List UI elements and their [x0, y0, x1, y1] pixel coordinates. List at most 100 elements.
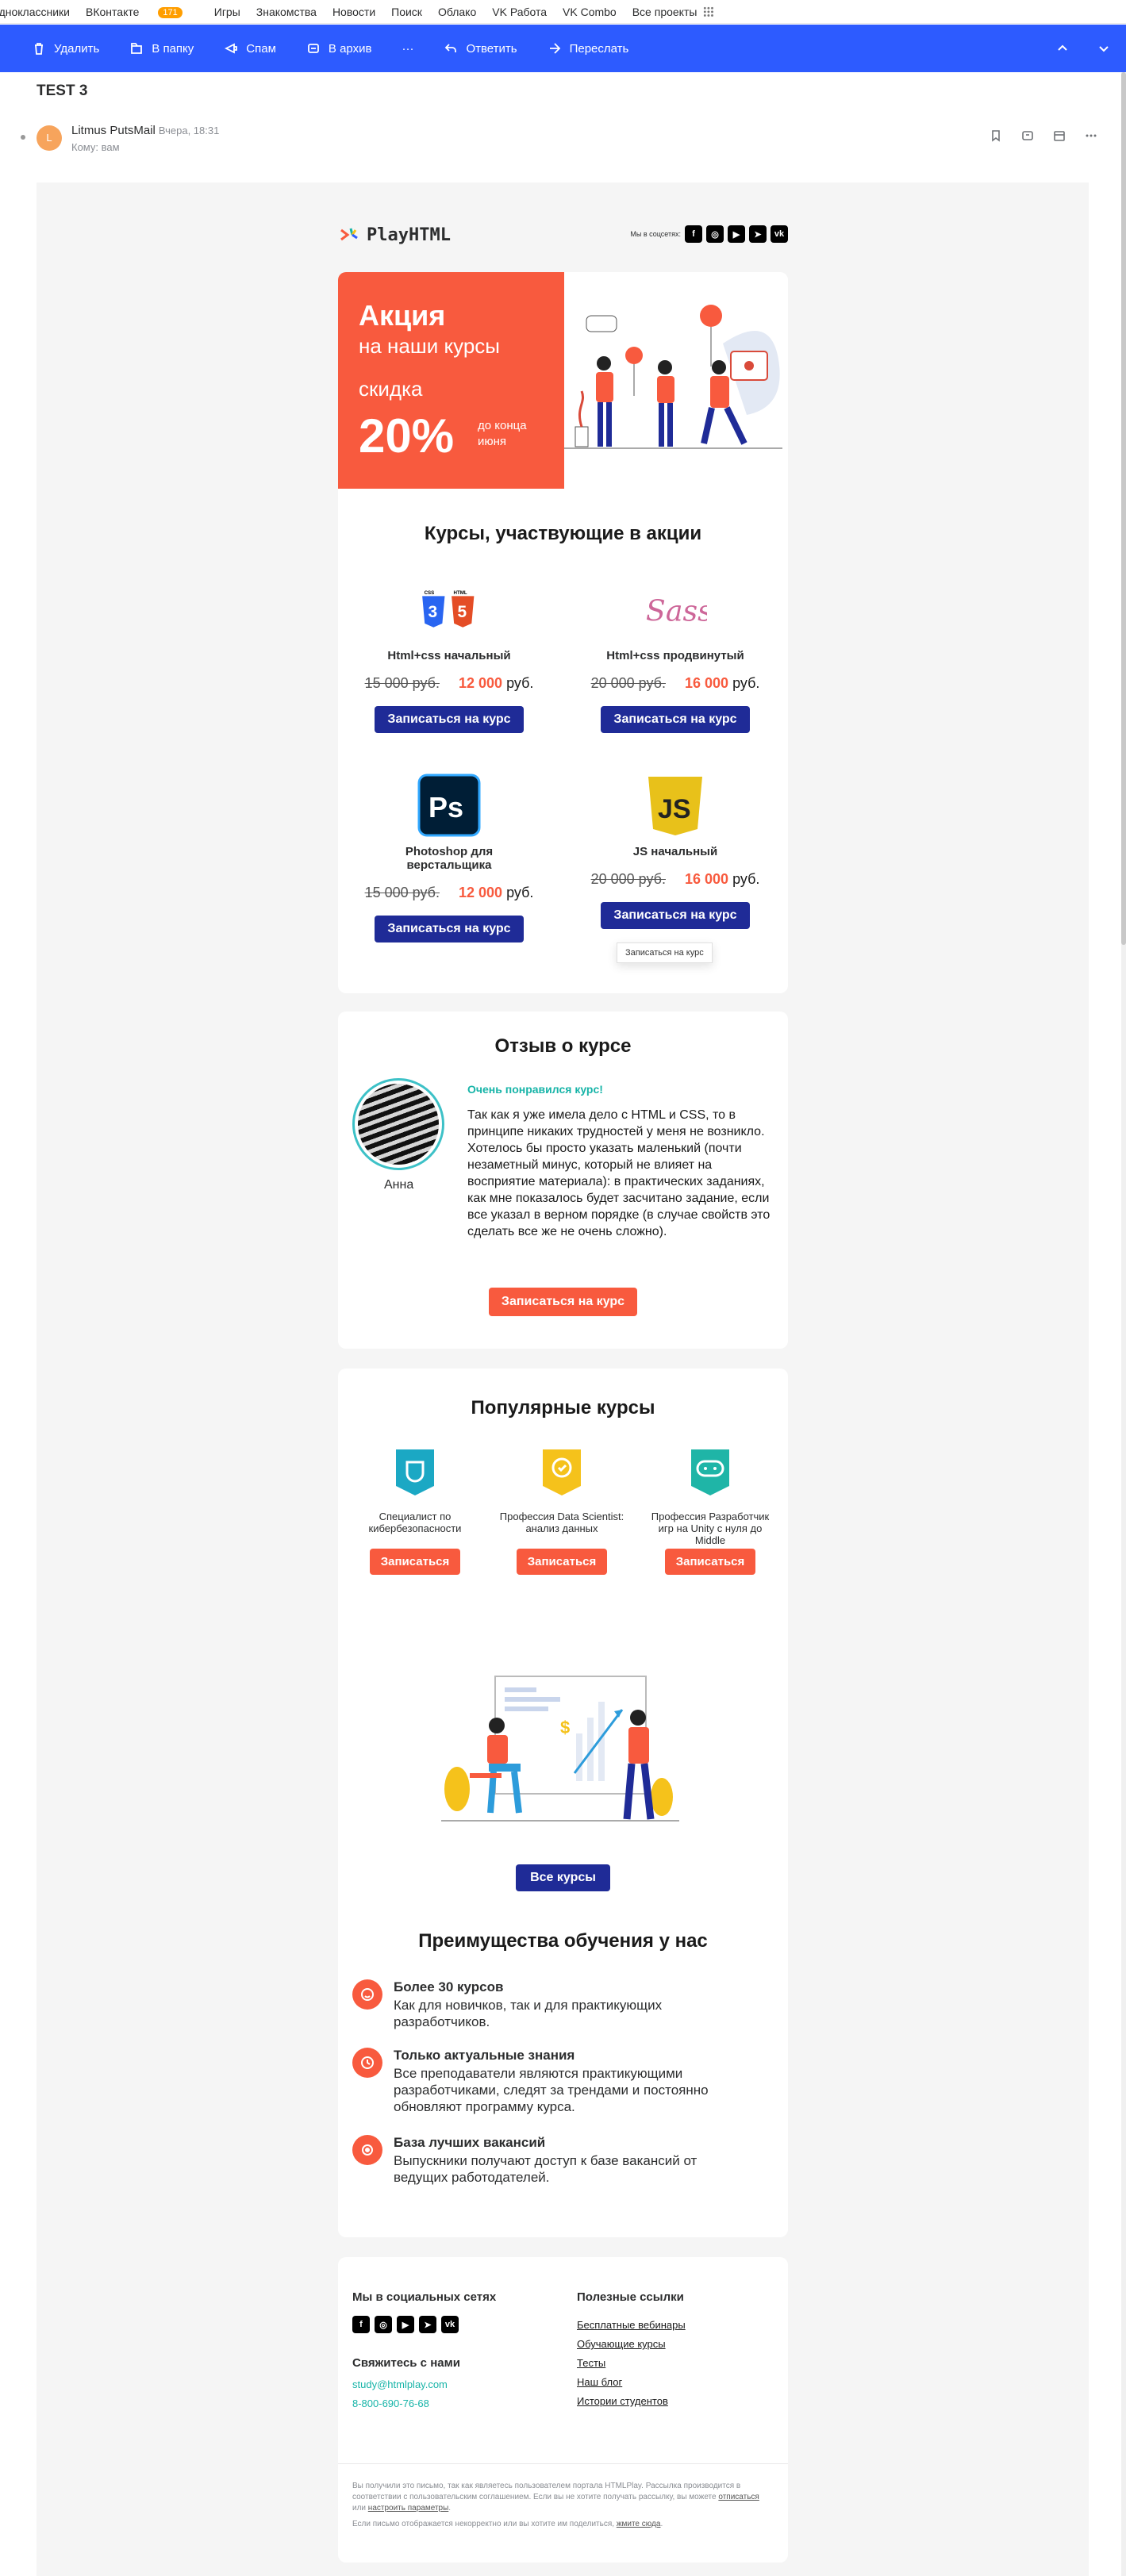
footer-link-blog[interactable]: Наш блог — [577, 2376, 622, 2388]
translate-icon[interactable] — [1020, 129, 1035, 143]
course-title: JS начальный — [632, 845, 718, 858]
footer-email-link[interactable]: study@htmlplay.com — [352, 2378, 448, 2390]
promo-banner[interactable]: Акция на наши курсы скидка 20% до конца … — [338, 272, 564, 489]
to-folder-label: В папку — [152, 41, 194, 56]
team-illustration: $ — [441, 1676, 679, 1822]
facebook-icon[interactable]: f — [352, 2316, 370, 2333]
calendar-icon[interactable] — [1052, 129, 1066, 143]
youtube-icon[interactable]: ▶ — [728, 225, 745, 243]
advantage-title: База лучших вакансий — [394, 2135, 546, 2150]
footer-phone-link[interactable]: 8-800-690-76-68 — [352, 2397, 429, 2409]
nav-vk-work[interactable]: VK Работа — [492, 6, 547, 18]
facebook-icon[interactable]: f — [685, 225, 702, 243]
trash-icon — [35, 43, 43, 55]
promo-illustration — [564, 272, 788, 489]
chevron-up-icon[interactable] — [1056, 42, 1069, 55]
review-enroll-button[interactable]: Записаться на курс — [488, 1288, 638, 1316]
footer-social-heading: Мы в социальных сетях — [352, 2290, 497, 2304]
more-button[interactable]: ··· — [402, 42, 413, 56]
enroll-course-button[interactable]: Записаться на курс — [601, 706, 750, 733]
reviewer-avatar — [352, 1078, 444, 1170]
svg-text:HTML: HTML — [454, 590, 467, 596]
footer-link-webinars[interactable]: Бесплатные вебинары — [577, 2319, 686, 2331]
banner-title: Акция — [359, 299, 446, 332]
archive-button[interactable]: В архив — [306, 41, 371, 56]
forward-button[interactable]: Переслать — [548, 41, 628, 56]
telegram-icon[interactable]: ➤ — [749, 225, 767, 243]
svg-text:Ps: Ps — [428, 791, 463, 823]
nav-all-projects[interactable]: Все проекты — [632, 6, 698, 18]
new-price: 16 000 — [684, 675, 729, 691]
legal-text-1: Вы получили это письмо, так как являетес… — [352, 2482, 759, 2513]
course-title: Photoshop для верстальщика — [405, 845, 494, 872]
all-courses-button[interactable]: Все курсы — [516, 1864, 610, 1891]
telegram-icon[interactable]: ➤ — [419, 2316, 436, 2333]
footer-link-courses[interactable]: Обучающие курсы — [577, 2338, 666, 2350]
popular-course-title: Специалист по кибербезопасности — [368, 1511, 462, 1534]
photoshop-icon: Ps — [417, 774, 481, 837]
banner-discount-label: скидка — [359, 377, 423, 401]
apps-grid-icon[interactable] — [703, 6, 715, 17]
nav-dating[interactable]: Знакомства — [256, 6, 317, 18]
old-price: 20 000 руб. — [590, 871, 666, 887]
sender-avatar[interactable]: L — [37, 125, 62, 151]
delete-button[interactable]: Удалить — [32, 41, 99, 56]
vk-icon[interactable]: vk — [771, 225, 788, 243]
nav-games[interactable]: Игры — [214, 6, 240, 18]
banner-until: до конца июня — [478, 419, 527, 448]
course-card-html-css-basic: CSS 3 HTML 5 Html+css начальный 15 000 р… — [362, 578, 536, 733]
sender-name[interactable]: Litmus PutsMail — [71, 124, 156, 137]
review-headline: Очень понравился курс! — [467, 1083, 603, 1096]
nav-search[interactable]: Поиск — [391, 6, 422, 18]
reviewer-name: Анна — [384, 1178, 414, 1192]
footer-link-stories[interactable]: Истории студентов — [577, 2395, 668, 2407]
popular-enroll-button[interactable]: Записаться — [516, 1549, 608, 1575]
delete-label: Удалить — [54, 41, 100, 56]
old-price: 15 000 руб. — [364, 885, 440, 900]
more-actions-icon[interactable] — [1084, 129, 1098, 143]
banner-subtitle: на наши курсы — [359, 334, 500, 358]
playhtml-logo[interactable]: PlayHTML — [338, 224, 451, 246]
advantage-title: Только актуальные знания — [394, 2048, 575, 2063]
message-time: Вчера, 18:31 — [158, 125, 220, 136]
nav-vk-combo[interactable]: VK Combo — [563, 6, 617, 18]
old-price: 20 000 руб. — [590, 675, 666, 691]
enroll-course-button[interactable]: Записаться на курс — [375, 916, 524, 942]
legal-or: или — [352, 2504, 367, 2513]
social-label: Мы в соцсетях: — [630, 230, 681, 238]
nav-news[interactable]: Новости — [332, 6, 375, 18]
review-text: Так как я уже имела дело с HTML и CSS, т… — [467, 1108, 771, 1238]
enroll-course-button[interactable]: Записаться на курс — [601, 902, 750, 929]
view-online-link[interactable]: жмите сюда — [617, 2520, 661, 2528]
email-header: PlayHTML Мы в соцсетях: f ◎ ▶ ➤ vk — [338, 211, 788, 259]
spam-button[interactable]: Спам — [224, 41, 276, 56]
nav-cloud[interactable]: Облако — [438, 6, 476, 18]
chevron-down-icon[interactable] — [1097, 42, 1110, 55]
nav-vkontakte[interactable]: ВКонтакте 171 — [86, 6, 198, 18]
course-price: 20 000 руб. 16 000 руб. — [588, 675, 763, 692]
enroll-course-button[interactable]: Записаться на курс — [375, 706, 524, 733]
move-to-folder-button[interactable]: В папку — [129, 41, 194, 56]
reply-label: Ответить — [466, 41, 517, 56]
instagram-icon[interactable]: ◎ — [706, 225, 724, 243]
expand-dot-icon[interactable] — [21, 135, 25, 140]
scrollbar-thumb[interactable] — [1121, 72, 1126, 945]
popular-courses-card: Популярные курсы Специалист по кибербезо… — [338, 1369, 788, 2237]
instagram-icon[interactable]: ◎ — [375, 2316, 392, 2333]
nav-odnoklassniki[interactable]: Одноклассники — [0, 6, 70, 18]
toolbar-nav — [1056, 25, 1110, 72]
target-icon — [352, 2135, 382, 2165]
banner-percent: 20% — [359, 409, 455, 463]
popular-enroll-button[interactable]: Записаться — [664, 1549, 756, 1575]
popular-course-cybersecurity: Специалист по кибербезопасности Записать… — [348, 1448, 482, 1575]
youtube-icon[interactable]: ▶ — [397, 2316, 414, 2333]
settings-link[interactable]: настроить параметры — [368, 2504, 448, 2513]
scrollbar[interactable] — [1121, 72, 1126, 2576]
reply-button[interactable]: Ответить — [444, 41, 517, 56]
unsubscribe-link[interactable]: отписаться — [718, 2493, 759, 2501]
vk-icon[interactable]: vk — [441, 2316, 459, 2333]
spam-label: Спам — [246, 41, 276, 56]
popular-enroll-button[interactable]: Записаться — [369, 1549, 461, 1575]
footer-link-tests[interactable]: Тесты — [577, 2357, 605, 2369]
bookmark-icon[interactable] — [989, 129, 1003, 143]
